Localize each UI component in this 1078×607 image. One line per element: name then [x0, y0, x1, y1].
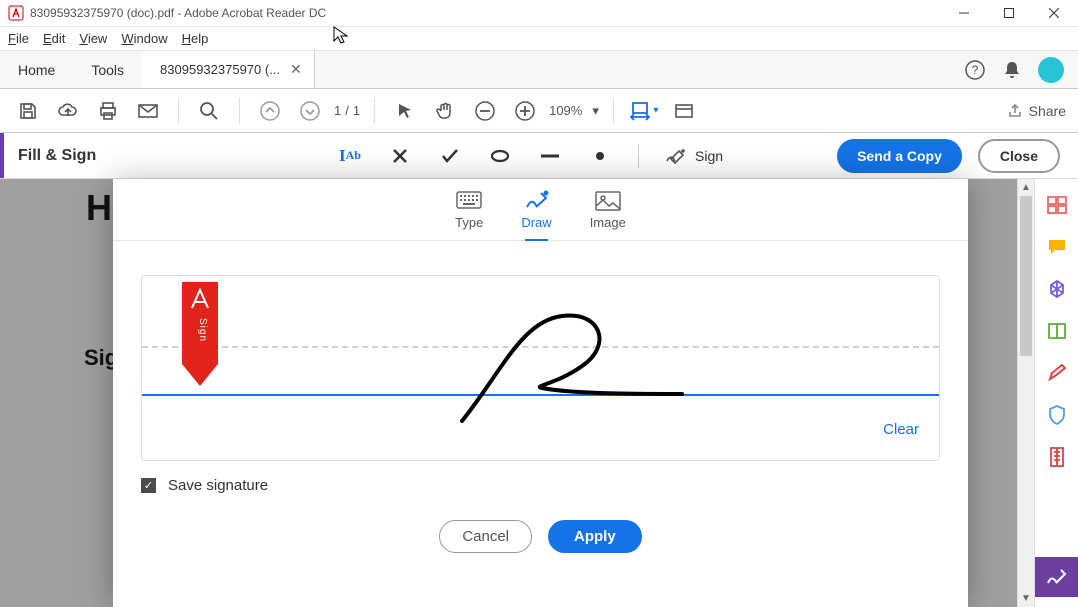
tab-type[interactable]: Type: [455, 191, 483, 240]
content-area: H Sig ▲ ▼ Type Draw Imag: [0, 179, 1078, 607]
compress-icon[interactable]: [1045, 445, 1069, 469]
tab-home[interactable]: Home: [0, 51, 73, 88]
search-icon[interactable]: [193, 95, 225, 127]
menu-edit[interactable]: Edit: [43, 31, 65, 46]
edit-icon[interactable]: [1045, 361, 1069, 385]
close-tab-icon[interactable]: ✕: [290, 61, 302, 78]
right-tools-panel: [1034, 179, 1078, 607]
save-signature-checkbox[interactable]: ✓: [141, 478, 156, 493]
keyboard-icon: [456, 191, 482, 211]
svg-text:?: ?: [972, 63, 979, 77]
scroll-thumb[interactable]: [1020, 196, 1032, 356]
tab-document-label: 83095932375970 (...: [160, 62, 280, 77]
page-display-icon[interactable]: [668, 95, 700, 127]
scroll-down-icon[interactable]: ▼: [1018, 590, 1034, 607]
fill-sign-panel-icon[interactable]: [1035, 557, 1078, 597]
menu-bar: File Edit View Window Help: [0, 27, 1078, 51]
save-signature-label: Save signature: [168, 477, 268, 494]
tab-document[interactable]: 83095932375970 (... ✕: [142, 51, 315, 88]
close-window-button[interactable]: [1031, 0, 1076, 27]
image-icon: [595, 191, 621, 211]
line-tool-icon[interactable]: [538, 144, 562, 168]
app-icon: [8, 5, 24, 21]
dialog-tabs: Type Draw Image: [113, 179, 968, 241]
send-copy-button[interactable]: Send a Copy: [837, 139, 962, 173]
sign-menu[interactable]: Sign: [665, 147, 723, 165]
page-total: 1: [353, 103, 360, 118]
cloud-icon[interactable]: [52, 95, 84, 127]
maximize-button[interactable]: [986, 0, 1031, 27]
tab-image[interactable]: Image: [590, 191, 626, 240]
clear-button[interactable]: Clear: [883, 421, 919, 438]
fill-sign-bar: Fill & Sign IAb Sign Send a Copy Close: [0, 133, 1078, 179]
page-up-icon[interactable]: [254, 95, 286, 127]
circle-tool-icon[interactable]: [488, 144, 512, 168]
comment-icon[interactable]: [1045, 235, 1069, 259]
zoom-out-icon[interactable]: [469, 95, 501, 127]
window-title: 83095932375970 (doc).pdf - Adobe Acrobat…: [30, 6, 326, 20]
stamp-icon[interactable]: [1045, 277, 1069, 301]
apply-button[interactable]: Apply: [548, 520, 642, 553]
main-toolbar: 1 / 1 109% ▾ ▾ Share: [0, 89, 1078, 133]
dot-tool-icon[interactable]: [588, 144, 612, 168]
drawn-signature: [142, 276, 942, 462]
measure-icon[interactable]: [1045, 319, 1069, 343]
draw-icon: [524, 189, 550, 211]
share-button[interactable]: Share: [1007, 103, 1066, 119]
save-icon[interactable]: [12, 95, 44, 127]
cross-tool-icon[interactable]: [388, 144, 412, 168]
check-tool-icon[interactable]: [438, 144, 462, 168]
hand-tool-icon[interactable]: [429, 95, 461, 127]
panel-icon-1[interactable]: [1045, 193, 1069, 217]
help-icon[interactable]: ?: [964, 59, 986, 81]
page-indicator[interactable]: 1 / 1: [334, 103, 360, 118]
minimize-button[interactable]: [941, 0, 986, 27]
title-bar: 83095932375970 (doc).pdf - Adobe Acrobat…: [0, 0, 1078, 27]
print-icon[interactable]: [92, 95, 124, 127]
tab-tools[interactable]: Tools: [73, 51, 142, 88]
zoom-in-icon[interactable]: [509, 95, 541, 127]
mail-icon[interactable]: [132, 95, 164, 127]
zoom-level[interactable]: 109% ▾: [549, 103, 599, 119]
fill-sign-title: Fill & Sign: [18, 147, 96, 165]
notifications-icon[interactable]: [1002, 60, 1022, 80]
menu-file[interactable]: File: [8, 31, 29, 46]
close-toolbar-button[interactable]: Close: [978, 139, 1060, 173]
page-down-icon[interactable]: [294, 95, 326, 127]
tab-bar: Home Tools 83095932375970 (... ✕ ?: [0, 51, 1078, 89]
signature-canvas[interactable]: Sign Clear: [141, 275, 940, 461]
chevron-down-icon: ▾: [592, 103, 599, 119]
text-tool-icon[interactable]: IAb: [338, 144, 362, 168]
protect-icon[interactable]: [1045, 403, 1069, 427]
vertical-scrollbar[interactable]: ▲ ▼: [1017, 179, 1034, 607]
signature-dialog: Type Draw Image Sign Clear: [113, 179, 968, 607]
cancel-button[interactable]: Cancel: [439, 520, 532, 553]
save-signature-row[interactable]: ✓ Save signature: [141, 477, 940, 494]
account-avatar[interactable]: [1038, 57, 1064, 83]
menu-view[interactable]: View: [79, 31, 107, 46]
menu-window[interactable]: Window: [121, 31, 167, 46]
menu-help[interactable]: Help: [182, 31, 209, 46]
fit-width-icon[interactable]: ▾: [628, 95, 660, 127]
select-tool-icon[interactable]: [389, 95, 421, 127]
scroll-up-icon[interactable]: ▲: [1018, 179, 1034, 196]
page-current: 1: [334, 103, 341, 118]
tab-draw[interactable]: Draw: [521, 189, 551, 240]
